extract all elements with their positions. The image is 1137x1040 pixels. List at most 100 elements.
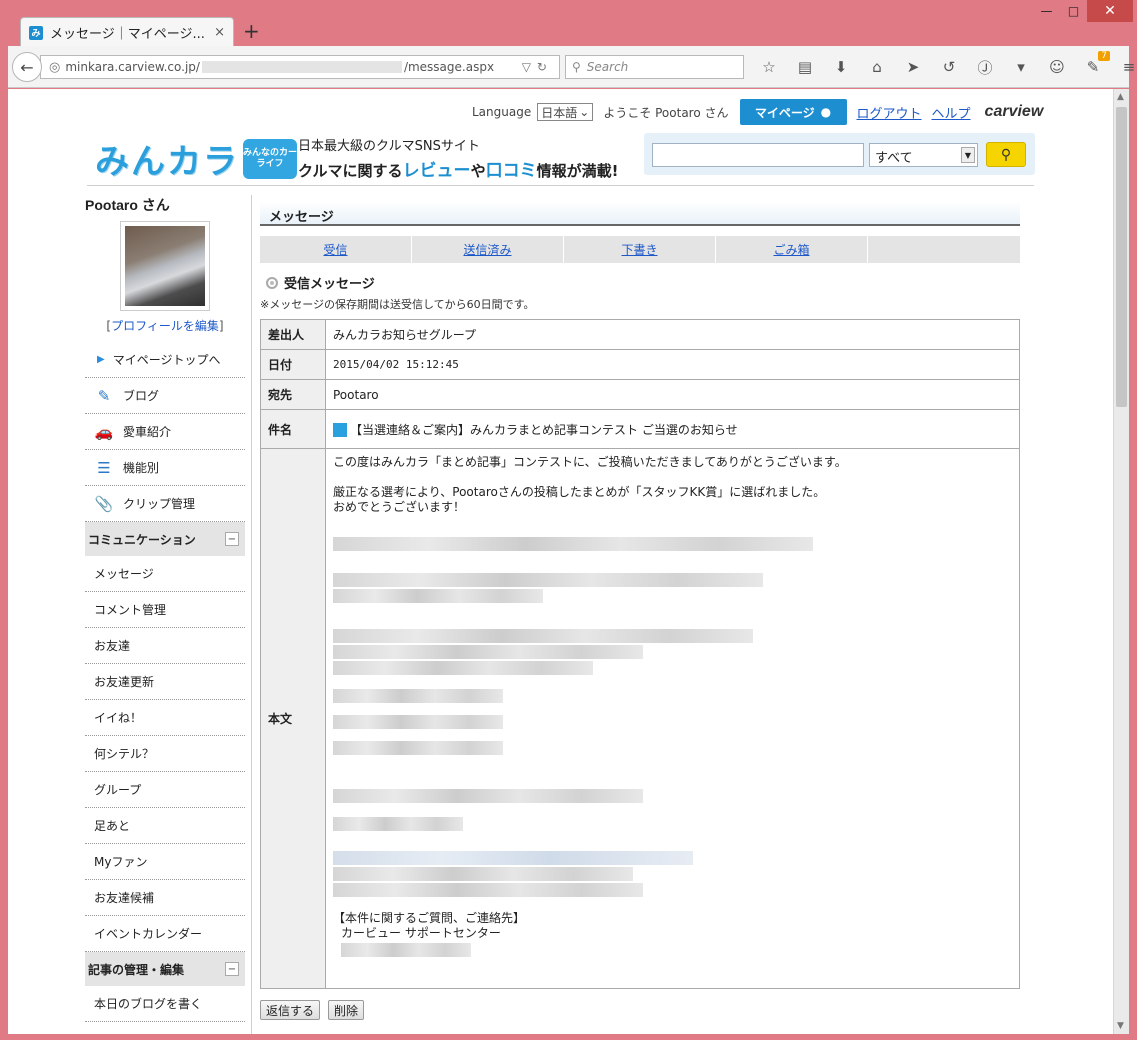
send-icon[interactable]: ➤ <box>898 55 928 79</box>
tab-inbox[interactable]: 受信 <box>260 236 412 263</box>
browser-window: み メッセージ｜マイページ... × + — □ ✕ ◎ minkara.car… <box>0 0 1137 1040</box>
sidebar-item-clip[interactable]: 📎 クリップ管理 <box>85 486 245 522</box>
back-button[interactable]: ← <box>12 52 42 82</box>
avatar[interactable] <box>120 221 210 311</box>
notification-icon[interactable]: ✎ 7 <box>1078 51 1110 79</box>
sidebar-item-comments[interactable]: コメント管理 <box>85 592 245 628</box>
redacted-text <box>333 589 543 603</box>
new-tab-button[interactable]: + <box>243 19 260 43</box>
sidebar-item-friends-updates[interactable]: お友達更新 <box>85 664 245 700</box>
sidebar-item-label: マイページトップへ <box>112 353 221 367</box>
carview-logo[interactable]: carview <box>985 103 1044 121</box>
redacted-text <box>333 629 753 643</box>
welcome-text: ようこそ Pootaro さん <box>603 105 729 120</box>
bookmark-star-icon[interactable]: ☆ <box>754 55 784 79</box>
sidebar-item-write-blog[interactable]: 本日のブログを書く <box>85 986 245 1022</box>
to-value: Pootaro <box>325 379 1020 410</box>
triangle-right-icon: ▶ <box>97 354 105 365</box>
browser-tab[interactable]: み メッセージ｜マイページ... × <box>20 17 234 47</box>
scroll-thumb[interactable] <box>1116 107 1127 407</box>
list-icon: ☰ <box>97 458 111 477</box>
tab-trash[interactable]: ごみ箱 <box>716 236 868 263</box>
collapse-icon[interactable]: − <box>225 962 239 976</box>
redacted-link[interactable] <box>333 851 693 865</box>
sidebar-item-message[interactable]: メッセージ <box>85 556 245 592</box>
notification-badge: 7 <box>1098 51 1110 61</box>
reply-button[interactable]: 返信する <box>260 1000 321 1020</box>
collapse-icon[interactable]: − <box>225 532 239 546</box>
sidebar-item-functions[interactable]: ☰ 機能別 <box>85 450 245 486</box>
minimize-button[interactable]: — <box>1033 0 1060 22</box>
dropdown-arrow-icon[interactable]: ▾ <box>1006 55 1036 79</box>
language-select[interactable]: 日本語 ⌄ <box>537 103 594 121</box>
from-label: 差出人 <box>260 319 326 350</box>
header-utility-bar: Language 日本語 ⌄ ようこそ Pootaro さん マイページ ● ログア… <box>472 99 1043 125</box>
minkara-logo[interactable]: みんカラ みんなのカーライフ <box>95 134 297 183</box>
sidebar-item-groups[interactable]: グループ <box>85 772 245 808</box>
redacted-text <box>341 943 471 957</box>
close-window-button[interactable]: ✕ <box>1087 0 1133 22</box>
sidebar-item-label: 愛車紹介 <box>123 425 172 439</box>
site-search-button[interactable]: ⚲ <box>986 142 1026 167</box>
sidebar-item-friends[interactable]: お友達 <box>85 628 245 664</box>
browser-search-input[interactable]: ⚲ Search <box>565 55 744 79</box>
sidebar-item-event-calendar[interactable]: イベントカレンダー <box>85 916 245 952</box>
menu-icon[interactable]: ≡ <box>1114 55 1137 79</box>
table-row: 日付 2015/04/02 15:12:45 <box>260 349 1020 380</box>
download-icon[interactable]: ⬇ <box>826 55 856 79</box>
sidebar-item-whats-up[interactable]: 何シテル？ <box>85 736 245 772</box>
car-icon: 🚗 <box>94 422 114 441</box>
delete-button[interactable]: 削除 <box>328 1000 365 1020</box>
redacted-text <box>333 645 643 659</box>
tab-drafts[interactable]: 下書き <box>564 236 716 263</box>
redacted-text <box>333 883 643 897</box>
search-category-select[interactable]: すべて ▼ <box>869 143 978 167</box>
profile-edit: [プロフィールを編集] <box>106 319 224 333</box>
addon-jt-icon[interactable]: Ⓙ <box>970 55 1000 79</box>
sidebar-item-mypage-top[interactable]: ▶ マイページトップへ <box>85 342 245 378</box>
page-viewport: Language 日本語 ⌄ ようこそ Pootaro さん マイページ ● ログア… <box>8 89 1113 1034</box>
chat-icon[interactable]: ☺ <box>1042 55 1072 79</box>
table-row: 宛先 Pootaro <box>260 379 1020 410</box>
date-label: 日付 <box>260 349 326 380</box>
scroll-up-icon[interactable]: ▲ <box>1117 92 1124 102</box>
from-value: みんカラお知らせグループ <box>325 319 1020 350</box>
navigation-bar: ◎ minkara.carview.co.jp/ /message.aspx ▽… <box>8 46 1135 88</box>
redacted-text <box>333 867 633 881</box>
subject-label: 件名 <box>260 409 326 449</box>
sidebar-section-communication[interactable]: コミュニケーション − <box>85 522 245 556</box>
to-label: 宛先 <box>260 379 326 410</box>
history-icon[interactable]: ↺ <box>934 55 964 79</box>
sidebar-item-friend-candidates[interactable]: お友達候補 <box>85 880 245 916</box>
page-scrollbar[interactable]: ▲ ▼ <box>1113 89 1129 1034</box>
sidebar-section-articles[interactable]: 記事の管理・編集 − <box>85 952 245 986</box>
logout-link[interactable]: ログアウト <box>857 103 922 122</box>
inbox-heading: 受信メッセージ <box>260 273 1020 292</box>
tab-sent[interactable]: 送信済み <box>412 236 564 263</box>
logo-car-badge: みんなのカーライフ <box>243 138 297 179</box>
bullet-icon <box>266 276 278 289</box>
date-value: 2015/04/02 15:12:45 <box>325 349 1020 380</box>
language-value: 日本語 <box>541 105 578 120</box>
sidebar-item-likes[interactable]: イイね！ <box>85 700 245 736</box>
url-bar[interactable]: ◎ minkara.carview.co.jp/ /message.aspx ▽… <box>40 55 560 79</box>
table-row: 件名 【当選連絡＆ご案内】みんカラまとめ記事コンテスト ご当選のお知らせ <box>260 409 1020 449</box>
sidebar-item-car[interactable]: 🚗 愛車紹介 <box>85 414 245 450</box>
tab-close-icon[interactable]: × <box>214 25 225 40</box>
site-search-input[interactable] <box>652 143 864 167</box>
scroll-down-icon[interactable]: ▼ <box>1117 1021 1124 1031</box>
search-placeholder: Search <box>586 60 629 74</box>
help-link[interactable]: ヘルプ <box>932 103 971 122</box>
mypage-button[interactable]: マイページ ● <box>739 99 847 125</box>
subject-cell: 【当選連絡＆ご案内】みんカラまとめ記事コンテスト ご当選のお知らせ <box>325 409 1020 449</box>
home-icon[interactable]: ⌂ <box>862 55 892 79</box>
tab-title: メッセージ｜マイページ... <box>50 27 205 42</box>
sidebar-divider <box>251 195 252 1034</box>
reload-icon[interactable]: ▽↻ <box>522 60 553 74</box>
sidebar-item-my-fans[interactable]: Myファン <box>85 844 245 880</box>
sidebar-item-footprints[interactable]: 足あと <box>85 808 245 844</box>
maximize-button[interactable]: □ <box>1060 0 1087 22</box>
profile-edit-link[interactable]: プロフィールを編集 <box>111 319 219 333</box>
sidebar-item-blog[interactable]: ✎ ブログ <box>85 378 245 414</box>
reading-list-icon[interactable]: ▤ <box>790 55 820 79</box>
